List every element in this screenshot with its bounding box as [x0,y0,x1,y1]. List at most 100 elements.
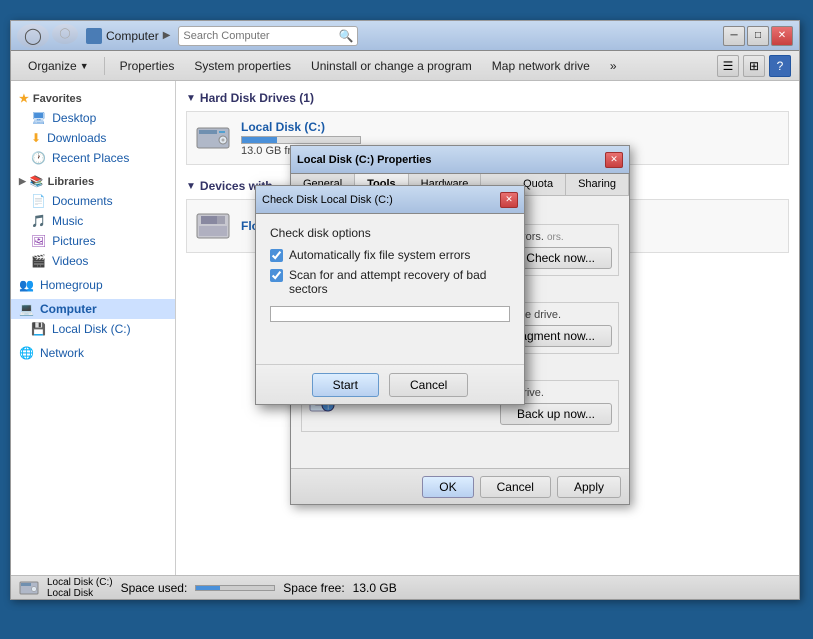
recent-icon: 🕐 [31,151,46,165]
fix-errors-label: Automatically fix file system errors [289,248,470,262]
documents-label: Documents [52,194,113,208]
sidebar-item-recent[interactable]: 🕐 Recent Places [11,148,175,168]
system-properties-button[interactable]: System properties [185,56,300,76]
star-icon: ★ [19,92,29,105]
sidebar-item-pictures[interactable]: 🖼 Pictures [11,231,175,251]
computer-label: Computer [40,302,97,316]
local-disk-icon: 💾 [31,322,46,336]
toolbar-separator [104,57,105,75]
network-icon: 🌐 [19,346,34,360]
fix-errors-checkbox[interactable] [270,249,283,262]
network-label: Network [40,346,84,360]
favorites-label: Favorites [33,93,82,105]
disk-progress-fill [242,137,277,143]
sidebar-item-computer[interactable]: 💻 Computer [11,299,175,319]
title-bar: ◯ ◯ Computer ▶ 🔍 ─ □ ✕ [11,21,799,51]
sidebar-item-music[interactable]: 🎵 Music [11,211,175,231]
checkdisk-content: Check disk options Automatically fix fil… [256,214,524,364]
desktop-icon: 🖥 [31,111,46,125]
search-bar[interactable]: 🔍 [178,26,358,46]
status-space-used-label: Space used: [121,581,188,595]
checkdisk-progress-bar [270,306,510,322]
checkbox-bad-sectors: Scan for and attempt recovery of bad sec… [270,268,510,296]
sidebar-favorites-header[interactable]: ★ Favorites [11,89,175,108]
minimize-button[interactable]: ─ [723,26,745,46]
uninstall-button[interactable]: Uninstall or change a program [302,56,481,76]
sidebar-homegroup: 👥 Homegroup [11,275,175,295]
music-label: Music [52,214,83,228]
status-space-free-label: Space free: [283,581,344,595]
videos-label: Videos [52,254,88,268]
libraries-arrow: ▶ [19,176,26,187]
title-bar-left: ◯ ◯ Computer ▶ 🔍 [17,24,723,48]
sidebar-item-network[interactable]: 🌐 Network [11,343,175,363]
checkdisk-title-bar: Check Disk Local Disk (C:) ✕ [256,186,524,214]
window-icon [86,28,102,44]
backup-now-button[interactable]: Back up now... [500,403,612,425]
sidebar-item-videos[interactable]: 🎬 Videos [11,251,175,271]
sidebar-computer: 💻 Computer 💾 Local Disk (C:) [11,299,175,339]
properties-button[interactable]: Properties [111,56,184,76]
sidebar-item-local-disk[interactable]: 💾 Local Disk (C:) [11,319,175,339]
bad-sectors-label: Scan for and attempt recovery of bad sec… [289,268,510,296]
checkdisk-dialog: Check Disk Local Disk (C:) ✕ Check disk … [255,185,525,405]
disk-name: Local Disk (C:) [241,120,782,134]
hard-disk-label: Hard Disk Drives (1) [200,91,314,105]
sidebar-favorites: ★ Favorites 🖥 Desktop ⬇ Downloads 🕐 Rece… [11,89,175,168]
properties-cancel-button[interactable]: Cancel [480,476,551,498]
search-input[interactable] [183,30,338,42]
checkdisk-cancel-button[interactable]: Cancel [389,373,468,397]
status-disk-type: Local Disk [47,588,113,599]
system-properties-label: System properties [194,59,291,73]
disk-drive-icon [193,118,233,158]
uninstall-label: Uninstall or change a program [311,59,472,73]
organize-button[interactable]: Organize ▼ [19,56,98,76]
properties-close-button[interactable]: ✕ [605,152,623,168]
maximize-button[interactable]: □ [747,26,769,46]
forward-button[interactable]: ◯ [52,24,78,44]
map-network-button[interactable]: Map network drive [483,56,599,76]
breadcrumb-computer[interactable]: Computer [106,29,159,43]
toolbar: Organize ▼ Properties System properties … [11,51,799,81]
sidebar-item-downloads[interactable]: ⬇ Downloads [11,128,175,148]
section-arrow: ▼ [186,93,196,104]
downloads-label: Downloads [47,131,106,145]
sidebar-item-documents[interactable]: 📄 Documents [11,191,175,211]
sidebar-network: 🌐 Network [11,343,175,363]
properties-title-bar: Local Disk (C:) Properties ✕ [291,146,629,174]
libraries-icon: 📚 [30,175,44,188]
properties-title: Local Disk (C:) Properties [297,154,605,166]
properties-apply-button[interactable]: Apply [557,476,621,498]
local-disk-label: Local Disk (C:) [52,322,131,336]
view-options-button[interactable]: ☰ [717,55,739,77]
close-button[interactable]: ✕ [771,26,793,46]
window-controls: ─ □ ✕ [723,26,793,46]
sidebar-libraries: ▶ 📚 Libraries 📄 Documents 🎵 Music 🖼 Pict… [11,172,175,271]
hard-disk-section-title: ▼ Hard Disk Drives (1) [186,91,789,105]
status-disk-info: Local Disk (C:) Local Disk [47,577,113,599]
more-button[interactable]: » [601,56,626,76]
help-button[interactable]: ? [769,55,791,77]
checkbox-fix-errors: Automatically fix file system errors [270,248,510,262]
back-button[interactable]: ◯ [17,24,49,48]
libraries-label: Libraries [48,176,94,188]
checkdisk-close-button[interactable]: ✕ [500,192,518,208]
status-disk-name: Local Disk (C:) [47,577,113,588]
videos-icon: 🎬 [31,254,46,268]
checkdisk-title: Check Disk Local Disk (C:) [262,194,500,206]
checkdisk-start-button[interactable]: Start [312,373,379,397]
bad-sectors-checkbox[interactable] [270,269,283,282]
status-progress-fill [196,586,219,590]
search-icon[interactable]: 🔍 [338,29,353,43]
breadcrumb: Computer ▶ [106,29,170,43]
sidebar-item-homegroup[interactable]: 👥 Homegroup [11,275,175,295]
sidebar-item-desktop[interactable]: 🖥 Desktop [11,108,175,128]
checkdisk-footer: Start Cancel [256,364,524,404]
sidebar-libraries-header[interactable]: ▶ 📚 Libraries [11,172,175,191]
organize-label: Organize [28,59,77,73]
view-toggle-button[interactable]: ⊞ [743,55,765,77]
properties-ok-button[interactable]: OK [422,476,473,498]
tab-sharing[interactable]: Sharing [566,174,629,195]
desktop-label: Desktop [52,111,96,125]
music-icon: 🎵 [31,214,46,228]
